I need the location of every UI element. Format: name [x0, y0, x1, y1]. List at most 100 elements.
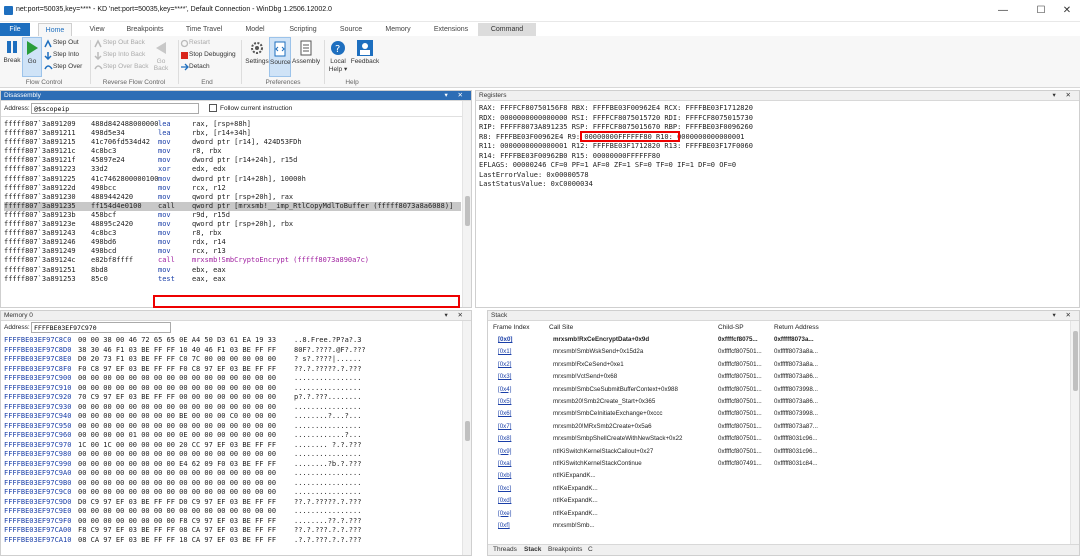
frame-index-link[interactable]: [0xc]	[498, 485, 511, 492]
go-back-button[interactable]: Go Back	[152, 40, 170, 72]
settings-button[interactable]: Settings	[244, 40, 270, 65]
scrollbar-thumb[interactable]	[1073, 331, 1078, 391]
panel-controls[interactable]: ▾ ✕	[1052, 91, 1075, 101]
stack-frame-row[interactable]: [0x4] mrxsmb!SmbCseSubmitBufferContext+0x…	[488, 384, 1070, 396]
tab-file[interactable]: File	[0, 23, 30, 36]
stack-frame-row[interactable]: [0x7] mrxsmb20!MRxSmb2Create+0x5a6 0xffffc…	[488, 421, 1070, 433]
frame-index-link[interactable]: [0x0]	[498, 336, 512, 343]
frame-index-link[interactable]: [0x7]	[498, 423, 511, 430]
tab-breakpoints[interactable]: Breakpoints	[122, 23, 168, 36]
assembly-mode-button[interactable]: Assembly	[292, 40, 320, 65]
col-frame-index[interactable]: Frame Index	[493, 324, 530, 331]
tab-c[interactable]: C	[588, 546, 593, 553]
frame-index-link[interactable]: [0x6]	[498, 410, 511, 417]
break-button[interactable]: Break	[2, 39, 22, 64]
tab-time-travel[interactable]: Time Travel	[182, 23, 226, 36]
stack-frame-row[interactable]: [0x6] mrxsmb!SmbCeInitiateExchange+0xccc 0…	[488, 408, 1070, 420]
stack-frame-row[interactable]: [0x1] mrxsmb!SmbWskSend+0x15d2a 0xffffcf80…	[488, 346, 1070, 358]
disasm-line[interactable]: fffff807`3a891223 33d2 xor edx, edx	[4, 165, 461, 174]
disasm-line[interactable]: fffff807`3a89121c 4c8bc3 mov r8, rbx	[4, 147, 461, 156]
tab-view[interactable]: View	[84, 23, 110, 36]
step-out-back-button[interactable]: Step Out Back	[103, 39, 145, 46]
tab-extensions[interactable]: Extensions	[430, 23, 472, 36]
frame-index-link[interactable]: [0xe]	[498, 510, 511, 517]
go-button[interactable]: Go	[22, 37, 42, 77]
stack-frame-row[interactable]: [0xb] nt!KiExpandK...	[488, 470, 1070, 482]
stop-debugging-button[interactable]: Stop Debugging	[189, 51, 236, 58]
stack-frame-row[interactable]: [0xf] mrxsmb!Smb...	[488, 520, 1070, 532]
frame-index-link[interactable]: [0xb]	[498, 472, 511, 479]
tab-threads[interactable]: Threads	[493, 546, 517, 553]
disasm-line[interactable]: fffff807`3a89124c e82bf8ffff call mrxsmb!Sm…	[4, 256, 461, 265]
disasm-line[interactable]: fffff807`3a891209 488d842488000000 lea rax,…	[4, 120, 461, 129]
disasm-line[interactable]: fffff807`3a891230 4889442420 mov qword ptr …	[4, 193, 461, 202]
col-call-site[interactable]: Call Site	[549, 324, 573, 331]
step-over-back-button[interactable]: Step Over Back	[103, 63, 149, 70]
frame-index-link[interactable]: [0xf]	[498, 522, 510, 529]
stack-scrollbar[interactable]	[1070, 321, 1079, 544]
disasm-line[interactable]: fffff807`3a891235 ff154d4e0100 call qword p…	[4, 201, 461, 211]
disasm-line[interactable]: fffff807`3a891246 498bd6 mov rdx, r14	[4, 238, 461, 247]
stack-frame-row[interactable]: [0xc] nt!KeExpandK...	[488, 483, 1070, 495]
memory-scrollbar[interactable]	[462, 321, 471, 555]
disasm-line[interactable]: fffff807`3a89122d 498bcc mov rcx, r12	[4, 184, 461, 193]
frame-index-link[interactable]: [0xd]	[498, 497, 511, 504]
tab-command[interactable]: Command	[478, 23, 536, 36]
stack-frame-row[interactable]: [0x2] mrxsmb!RxCeSend+0xe1 0xffffcf807501.…	[488, 359, 1070, 371]
disasm-line[interactable]: fffff807`3a89123e 48895c2420 mov qword ptr …	[4, 220, 461, 229]
tab-home[interactable]: Home	[38, 23, 72, 36]
frame-index-link[interactable]: [0x1]	[498, 348, 511, 355]
stack-frame-row[interactable]: [0x8] mrxsmb!SmbpShellCreateWithNewStack+…	[488, 433, 1070, 445]
stack-frame-row[interactable]: [0xe] nt!KeExpandK...	[488, 508, 1070, 520]
disasm-line[interactable]: fffff807`3a891211 498d5e34 lea rbx, [r14+34…	[4, 129, 461, 138]
tab-breakpoints-bottom[interactable]: Breakpoints	[548, 546, 582, 553]
disassembly-address-input[interactable]	[31, 103, 199, 114]
col-return-address[interactable]: Return Address	[774, 324, 819, 331]
scrollbar-thumb[interactable]	[465, 421, 470, 441]
frame-index-link[interactable]: [0x4]	[498, 386, 511, 393]
disasm-line[interactable]: fffff807`3a891243 4c8bc3 mov r8, rbx	[4, 229, 461, 238]
detach-button[interactable]: Detach	[189, 63, 210, 70]
panel-controls[interactable]: ▾ ✕	[444, 91, 467, 101]
tab-scripting[interactable]: Scripting	[284, 23, 322, 36]
follow-instruction-checkbox[interactable]	[209, 104, 217, 112]
disasm-line[interactable]: fffff807`3a891253 85c0 test eax, eax	[4, 275, 461, 284]
stack-frame-row[interactable]: [0x9] nt!KiSwitchKernelStackCallout+0x27 0…	[488, 446, 1070, 458]
disasm-line[interactable]: fffff807`3a891215 41c706fd534d42 mov dword …	[4, 138, 461, 147]
disassembly-scrollbar[interactable]	[462, 101, 471, 307]
disasm-line[interactable]: fffff807`3a89121f 45897e24 mov dword ptr [r…	[4, 156, 461, 165]
col-child-sp[interactable]: Child-SP	[718, 324, 744, 331]
tab-model[interactable]: Model	[240, 23, 270, 36]
stack-frame-row[interactable]: [0x0] mrxsmb!RxCeEncryptData+0x9d 0xffffcf…	[488, 334, 1070, 346]
stack-frame-row[interactable]: [0x3] mrxsmb!VctSend+0x68 0xffffcf807501..…	[488, 371, 1070, 383]
tab-memory[interactable]: Memory	[380, 23, 416, 36]
disasm-line[interactable]: fffff807`3a891249 498bcd mov rcx, r13	[4, 247, 461, 256]
tab-stack[interactable]: Stack	[524, 546, 541, 553]
memory-address-input[interactable]	[31, 322, 171, 333]
stack-frame-row[interactable]: [0x5] mrxsmb20!Smb2Create_Start+0x365 0xff…	[488, 396, 1070, 408]
disasm-line[interactable]: fffff807`3a89123b 458bcf mov r9d, r15d	[4, 211, 461, 220]
scrollbar-thumb[interactable]	[465, 196, 470, 226]
panel-controls[interactable]: ▾ ✕	[1052, 311, 1075, 321]
stack-frame-row[interactable]: [0xa] nt!KiSwitchKernelStackContinue 0xfff…	[488, 458, 1070, 470]
step-into-button[interactable]: Step Into	[53, 51, 79, 58]
minimize-button[interactable]: —	[988, 3, 1018, 19]
frame-index-link[interactable]: [0x9]	[498, 448, 511, 455]
disasm-line[interactable]: fffff807`3a891225 41c7462800000100 mov dwor…	[4, 175, 461, 184]
tab-source[interactable]: Source	[336, 23, 366, 36]
frame-index-link[interactable]: [0x5]	[498, 398, 511, 405]
local-help-button[interactable]: ? Local Help ▾	[327, 40, 349, 73]
disasm-line[interactable]: fffff807`3a891251 8bd8 mov ebx, eax	[4, 266, 461, 275]
panel-controls[interactable]: ▾ ✕	[444, 311, 467, 321]
step-over-button[interactable]: Step Over	[53, 63, 82, 70]
feedback-button[interactable]: Feedback	[350, 40, 380, 65]
frame-index-link[interactable]: [0x3]	[498, 373, 511, 380]
frame-index-link[interactable]: [0xa]	[498, 460, 511, 467]
restart-button[interactable]: Restart	[189, 39, 210, 46]
frame-index-link[interactable]: [0x2]	[498, 361, 511, 368]
stack-frame-row[interactable]: [0xd] nt!KeExpandK...	[488, 495, 1070, 507]
step-out-button[interactable]: Step Out	[53, 39, 79, 46]
close-button[interactable]: ✕	[1052, 3, 1080, 19]
source-mode-button[interactable]: Source	[269, 37, 291, 77]
frame-index-link[interactable]: [0x8]	[498, 435, 511, 442]
